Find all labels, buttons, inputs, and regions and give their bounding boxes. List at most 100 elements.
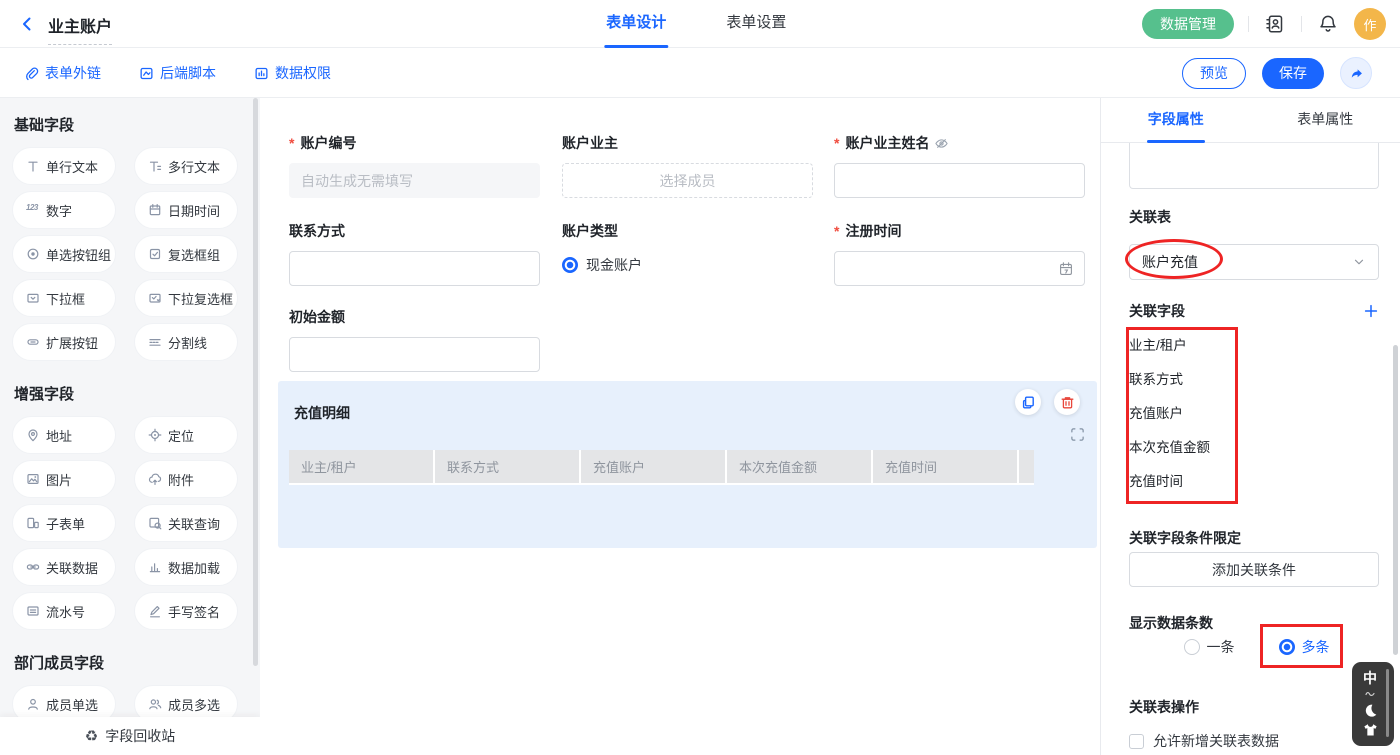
sidebar-item-number[interactable]: 123 数字 — [12, 191, 116, 229]
relation-table-select[interactable]: 账户充值 — [1129, 244, 1379, 280]
shirt-icon[interactable] — [1363, 723, 1378, 737]
subform-column-recharge-account[interactable]: 充值账户 — [581, 450, 727, 485]
section-title-basic: 基础字段 — [14, 114, 238, 135]
field-recycle-bin[interactable]: ♻ 字段回收站 — [0, 717, 260, 755]
sidebar-item-image[interactable]: 图片 — [12, 460, 116, 498]
data-permission-link[interactable]: 数据权限 — [254, 63, 331, 83]
field-register-time[interactable]: 注册时间 — [834, 221, 1085, 286]
topbar-tabs: 表单设计 表单设置 — [604, 0, 788, 48]
sidebar-item-subform[interactable]: 子表单 — [12, 504, 116, 542]
widget-scrollbar[interactable] — [1386, 669, 1389, 737]
translate-lang-button[interactable]: 中 — [1363, 671, 1377, 685]
radio-checked-icon[interactable] — [562, 257, 578, 273]
owner-member-picker[interactable]: 选择成员 — [562, 163, 813, 198]
contact-input[interactable] — [289, 251, 540, 286]
option-multiple-records[interactable]: 多条 — [1279, 637, 1330, 657]
pill-label: 数据加载 — [168, 558, 220, 577]
translate-widget: 中 — [1352, 662, 1394, 746]
option-single-record[interactable]: 一条 — [1184, 637, 1235, 657]
field-name-input-cropped[interactable] — [1129, 143, 1379, 189]
link-label: 表单外链 — [45, 63, 101, 83]
sidebar-scrollbar[interactable] — [253, 98, 258, 666]
link-label: 数据权限 — [275, 63, 331, 83]
tab-field-properties[interactable]: 字段属性 — [1101, 98, 1251, 142]
field-initial-amount[interactable]: 初始金额 — [289, 307, 540, 372]
sidebar-item-multi-select[interactable]: 下拉复选框 — [134, 279, 238, 317]
panel-scrollbar[interactable] — [1393, 345, 1398, 655]
register-time-input[interactable] — [834, 251, 1085, 286]
form-canvas: 账户编号 自动生成无需填写 账户业主 选择成员 账户业主姓名 联系方式 账户类型… — [260, 98, 1100, 755]
subform-column-stub — [1019, 450, 1034, 485]
add-relation-field-icon[interactable] — [1363, 303, 1379, 319]
subform-column-owner-tenant[interactable]: 业主/租户 — [289, 450, 435, 485]
relation-fields-list: 业主/租户 联系方式 充值账户 本次充值金额 充值时间 — [1129, 329, 1349, 499]
field-account-no[interactable]: 账户编号 自动生成无需填写 — [289, 133, 540, 198]
moon-icon[interactable] — [1363, 703, 1378, 718]
subform-column-contact[interactable]: 联系方式 — [435, 450, 581, 485]
relation-fields-header: 关联字段 — [1129, 301, 1379, 321]
bell-icon[interactable] — [1316, 12, 1340, 36]
backend-script-link[interactable]: 后端脚本 — [139, 63, 216, 83]
sidebar-item-datetime[interactable]: 日期时间 — [134, 191, 238, 229]
tab-form-design[interactable]: 表单设计 — [604, 0, 668, 48]
sidebar-item-select[interactable]: 下拉框 — [12, 279, 116, 317]
initial-amount-input[interactable] — [289, 337, 540, 372]
sidebar-item-single-line-text[interactable]: 单行文本 — [12, 147, 116, 185]
sidebar-item-radio-group[interactable]: 单选按钮组 — [12, 235, 116, 273]
pill-label: 流水号 — [46, 602, 85, 621]
pill-label: 成员单选 — [46, 695, 98, 714]
field-owner-name[interactable]: 账户业主姓名 — [834, 133, 1085, 198]
account-type-option[interactable]: 现金账户 — [562, 255, 813, 275]
field-label: 账户编号 — [289, 133, 540, 153]
add-condition-button[interactable]: 添加关联条件 — [1129, 552, 1379, 587]
multi-line-text-icon — [148, 159, 162, 173]
sidebar-item-data-load[interactable]: 数据加载 — [134, 548, 238, 586]
relation-query-icon — [148, 516, 162, 530]
link-label: 后端脚本 — [160, 63, 216, 83]
display-count-label: 显示数据条数 — [1129, 613, 1213, 633]
form-external-link[interactable]: 表单外链 — [24, 63, 101, 83]
field-contact[interactable]: 联系方式 — [289, 221, 540, 286]
trash-icon[interactable] — [1054, 389, 1080, 415]
subform-column-recharge-amount[interactable]: 本次充值金额 — [727, 450, 873, 485]
widget-squiggle-icon[interactable] — [1365, 690, 1375, 697]
checkbox-unchecked-icon[interactable] — [1129, 734, 1144, 749]
sidebar-item-serial-number[interactable]: 流水号 — [12, 592, 116, 630]
sidebar-item-extend-button[interactable]: 扩展按钮 — [12, 323, 116, 361]
preview-button[interactable]: 预览 — [1182, 58, 1246, 89]
account-no-input: 自动生成无需填写 — [289, 163, 540, 198]
subform-recharge-detail[interactable]: 充值明细 业主/租户 联系方式 充值账户 本次充值金额 充值时间 — [278, 381, 1097, 548]
tab-form-properties[interactable]: 表单属性 — [1251, 98, 1400, 142]
condition-label: 关联字段条件限定 — [1129, 528, 1241, 548]
subform-column-recharge-time[interactable]: 充值时间 — [873, 450, 1019, 485]
share-icon[interactable] — [1340, 57, 1372, 89]
avatar[interactable]: 作 — [1354, 8, 1386, 40]
radio-unchecked-icon[interactable] — [1184, 639, 1200, 655]
allow-add-relation-data[interactable]: 允许新增关联表数据 — [1129, 731, 1279, 751]
fullscreen-icon[interactable] — [1070, 427, 1085, 442]
pill-label: 图片 — [46, 470, 72, 489]
form-title[interactable]: 业主账户 — [48, 13, 112, 45]
back-icon[interactable] — [16, 13, 38, 35]
sidebar-item-relation-query[interactable]: 关联查询 — [134, 504, 238, 542]
sidebar-item-relation-data[interactable]: 关联数据 — [12, 548, 116, 586]
data-manage-button[interactable]: 数据管理 — [1142, 9, 1234, 39]
sidebar-item-multi-line-text[interactable]: 多行文本 — [134, 147, 238, 185]
field-owner[interactable]: 账户业主 选择成员 — [562, 133, 813, 198]
field-account-type[interactable]: 账户类型 现金账户 — [562, 221, 813, 275]
contacts-icon[interactable] — [1263, 12, 1287, 36]
sidebar-item-divider-line[interactable]: 分割线 — [134, 323, 238, 361]
sidebar-item-attachment[interactable]: 附件 — [134, 460, 238, 498]
sidebar-item-checkbox-group[interactable]: 复选框组 — [134, 235, 238, 273]
sidebar-item-signature[interactable]: 手写签名 — [134, 592, 238, 630]
relation-field-item: 业主/租户 — [1129, 329, 1349, 363]
radio-checked-icon[interactable] — [1279, 639, 1295, 655]
sidebar-item-address[interactable]: 地址 — [12, 416, 116, 454]
calendar-icon — [148, 203, 162, 217]
copy-icon[interactable] — [1015, 389, 1041, 415]
sidebar-item-location[interactable]: 定位 — [134, 416, 238, 454]
tab-form-settings[interactable]: 表单设置 — [724, 0, 788, 48]
save-button[interactable]: 保存 — [1262, 58, 1324, 89]
owner-name-input[interactable] — [834, 163, 1085, 198]
pill-label: 日期时间 — [168, 201, 220, 220]
